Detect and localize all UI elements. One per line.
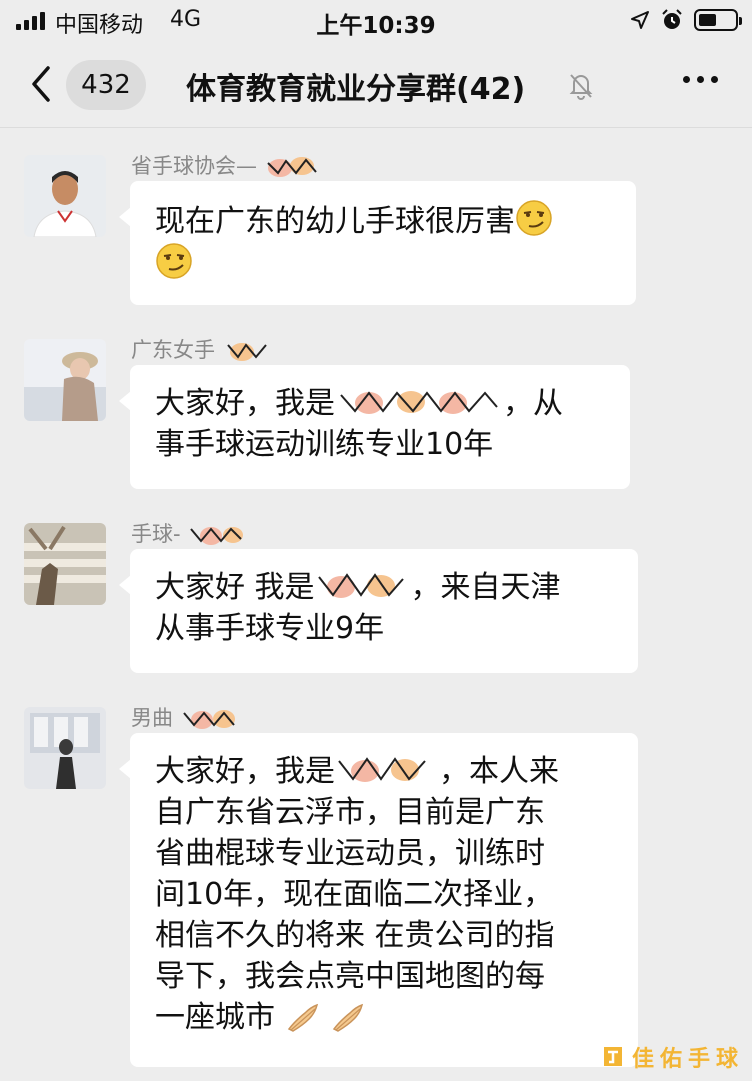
- message-bubble[interactable]: 大家好 我是 ，来自天津 从事手球专业9年: [119, 549, 638, 673]
- redaction-scribble: [340, 391, 498, 414]
- message-line: 相信不久的将来 在贵公司的指: [155, 918, 555, 953]
- location-arrow-icon: [631, 11, 649, 29]
- sender-name: 手球-: [131, 518, 247, 548]
- redaction-scribble: [317, 573, 404, 598]
- chevron-left-icon[interactable]: [24, 64, 60, 104]
- sender-name: 省手球协会—: [131, 150, 324, 180]
- message-line: 大家好 我是 ，来自天津: [155, 570, 561, 605]
- group-chat-title[interactable]: 体育教育就业分享群(42): [186, 64, 525, 108]
- message-bubble[interactable]: 大家好，我是 ，本人来 自广东省云浮市，目前是广东 省曲棍球专业运动员，训练时 间…: [119, 733, 638, 1067]
- redaction-scribble: [182, 710, 235, 729]
- message-line: [155, 242, 612, 285]
- sender-name-text: 手球-: [131, 522, 181, 546]
- avatar[interactable]: [24, 523, 106, 605]
- chat-message: 省手球协会— 现在广东的幼儿手球很厉害: [0, 152, 752, 312]
- sender-name-text: 男曲: [131, 706, 173, 730]
- message-line: 现在广东的幼儿手球很厉害: [155, 199, 612, 242]
- redaction-scribble: [190, 527, 244, 545]
- message-line: 大家好，我是 ，从: [155, 386, 563, 421]
- battery-icon: [694, 9, 742, 31]
- chat-message: 广东女手 大家好，我是 ，从 事手球运动训练专业10年: [0, 336, 752, 496]
- message-bubble[interactable]: 大家好，我是 ，从 事手球运动训练专业10年: [119, 365, 630, 489]
- folded-hands-emoji: [332, 1003, 364, 1032]
- alarm-clock-icon: [662, 9, 682, 29]
- sender-name: 男曲: [131, 702, 240, 732]
- message-line: 事手球运动训练专业10年: [155, 427, 494, 462]
- sender-name-text: 省手球协会—: [131, 154, 257, 178]
- redaction-scribble: [226, 343, 267, 361]
- smirk-emoji: [516, 200, 552, 236]
- message-line: 省曲棍球专业运动员，训练时: [155, 836, 545, 871]
- message-line: 自广东省云浮市，目前是广东: [155, 795, 545, 830]
- redaction-scribble: [266, 157, 317, 177]
- watermark: 佳佑手球: [600, 1041, 744, 1073]
- status-bar: 中国移动 4G 上午10:39: [0, 0, 752, 42]
- smirk-emoji: [156, 243, 192, 279]
- chat-message: 手球- 大家好 我是 ，来自天津 从事手球专业9年: [0, 520, 752, 680]
- watermark-text: 佳佑手球: [631, 1047, 744, 1072]
- sender-name-text: 广东女手: [131, 338, 215, 362]
- message-line: 间10年，现在面临二次择业，: [155, 877, 554, 912]
- message-line: 导下，我会点亮中国地图的每: [155, 959, 545, 994]
- avatar[interactable]: [24, 707, 106, 789]
- avatar[interactable]: [24, 155, 106, 237]
- folded-hands-emoji: [287, 1003, 318, 1032]
- brand-logo-icon: [603, 1047, 622, 1066]
- avatar[interactable]: [24, 339, 106, 421]
- unread-count-badge[interactable]: 432: [66, 60, 146, 110]
- message-line: 大家好，我是 ，本人来: [155, 754, 559, 789]
- chat-message: 男曲 大家好，我是 ，本人来 自广东省云浮市，目前是广东 省曲棍球专业运动员，训练…: [0, 704, 752, 1070]
- redaction-scribble: [338, 757, 426, 782]
- bell-slash-icon: [569, 74, 593, 100]
- chat-header: 432 体育教育就业分享群(42): [0, 42, 752, 128]
- message-line: 一座城市: [155, 997, 614, 1038]
- sender-name: 广东女手: [131, 334, 282, 364]
- message-bubble[interactable]: 现在广东的幼儿手球很厉害: [119, 181, 636, 305]
- more-dots-icon[interactable]: [683, 76, 718, 83]
- message-line: 从事手球专业9年: [155, 611, 385, 646]
